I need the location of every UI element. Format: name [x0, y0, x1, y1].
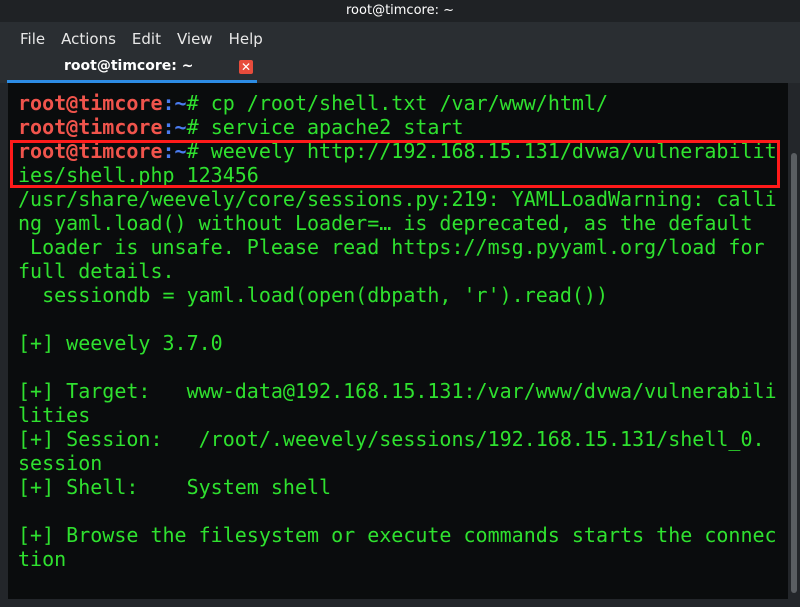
close-tab-icon[interactable]: ✕ [239, 60, 253, 74]
output-line: session [18, 451, 103, 475]
prompt-path: :~ [162, 115, 187, 139]
scrollbar-thumb[interactable] [791, 153, 797, 593]
output-line: [+] Session: /root/.weevely/sessions/192… [18, 427, 765, 451]
menu-bar: File Actions Edit View Help [0, 22, 800, 55]
highlight-box [10, 140, 780, 188]
tab-bar: root@timcore: ~ ✕ [0, 55, 800, 83]
menu-file[interactable]: File [20, 30, 45, 48]
prompt-user: root@timcore [18, 115, 163, 139]
output-line: Loader is unsafe. Please read https://ms… [18, 235, 765, 259]
prompt-symbol: # [186, 115, 211, 139]
terminal-output[interactable]: root@timcore:~# cp /root/shell.txt /var/… [8, 83, 788, 599]
prompt-path: :~ [162, 91, 187, 115]
prompt-user: root@timcore [18, 91, 163, 115]
scrollbar[interactable] [789, 83, 800, 599]
output-line: [+] weevely 3.7.0 [18, 331, 223, 355]
command-text: service apache2 start [210, 115, 464, 139]
output-lines: ies/shell.php 123456/usr/share/weevely/c… [18, 163, 777, 571]
menu-view[interactable]: View [177, 30, 213, 48]
tab-root-timcore[interactable]: root@timcore: ~ ✕ [7, 55, 257, 83]
command-line: root@timcore:~# service apache2 start [18, 115, 777, 139]
output-line: [+] Target: www-data@192.168.15.131:/var… [18, 379, 777, 403]
terminal-window: root@timcore: ~ File Actions Edit View H… [0, 0, 800, 607]
output-line: full details. [18, 259, 175, 283]
output-line: [+] Browse the filesystem or execute com… [18, 523, 777, 547]
prompt-symbol: # [186, 91, 211, 115]
output-line: sessiondb = yaml.load(open(dbpath, 'r').… [18, 283, 609, 307]
output-line: [+] Shell: System shell [18, 475, 332, 499]
command-line: root@timcore:~# cp /root/shell.txt /var/… [18, 91, 777, 115]
output-line: lities [18, 403, 91, 427]
output-line: tion [18, 547, 67, 571]
output-line: /usr/share/weevely/core/sessions.py:219:… [18, 187, 777, 211]
title-bar: root@timcore: ~ [0, 0, 800, 22]
menu-help[interactable]: Help [229, 30, 263, 48]
output-line: ng yaml.load() without Loader=… is depre… [18, 211, 753, 235]
command-text: cp /root/shell.txt /var/www/html/ [210, 91, 609, 115]
menu-edit[interactable]: Edit [132, 30, 161, 48]
tab-label: root@timcore: ~ [64, 58, 194, 74]
menu-actions[interactable]: Actions [61, 30, 116, 48]
